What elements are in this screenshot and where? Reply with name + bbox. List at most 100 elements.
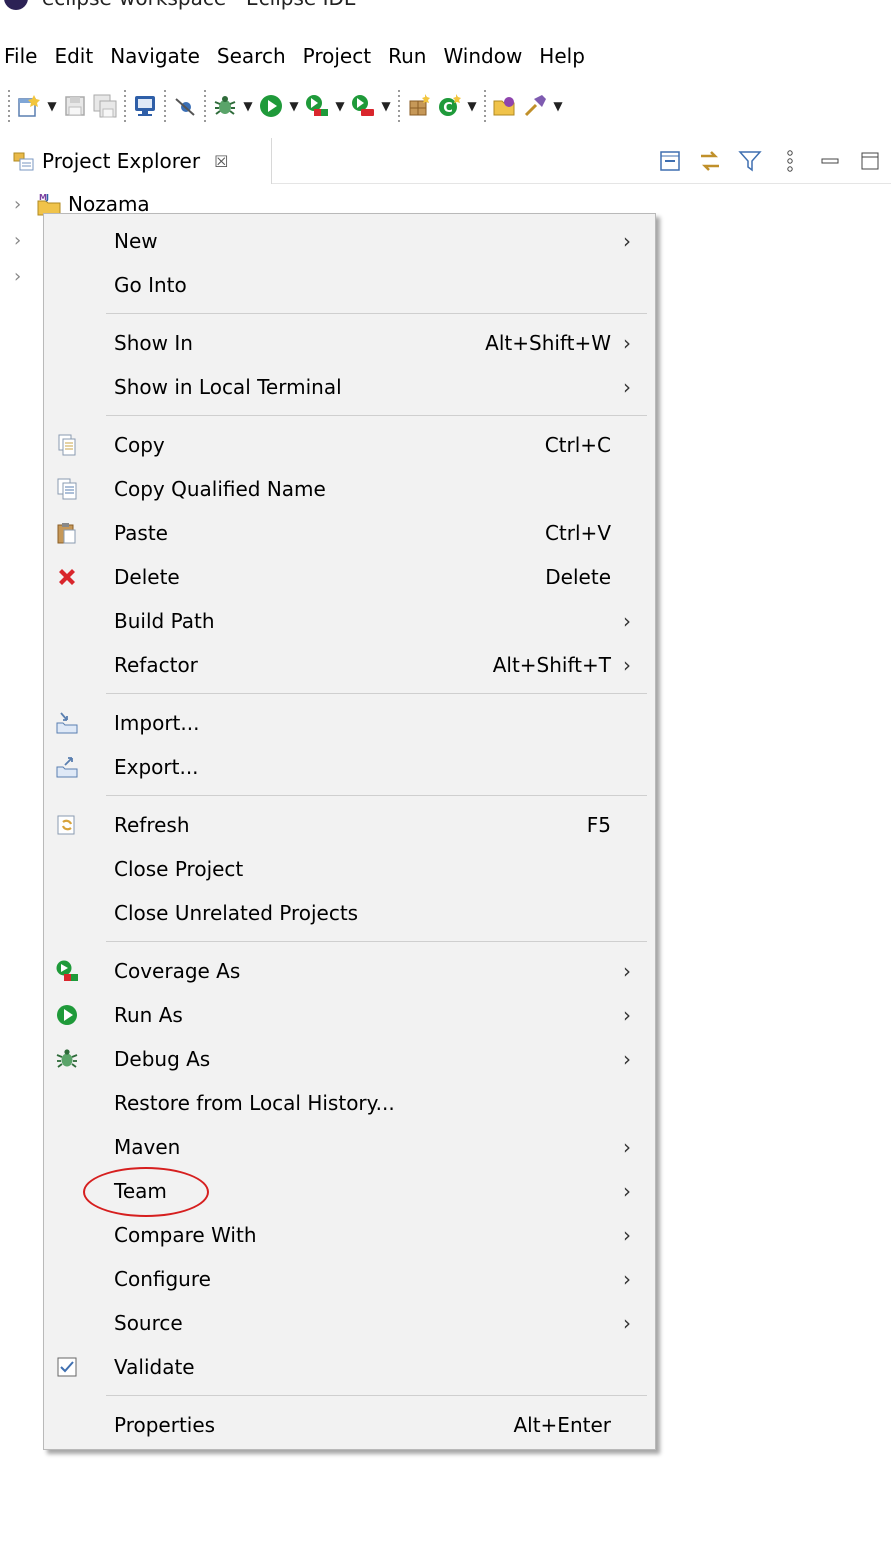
menu-item-properties[interactable]: Properties Alt+Enter	[44, 1403, 655, 1447]
filter-icon[interactable]	[737, 148, 763, 174]
menu-item-compare-with[interactable]: Compare With ›	[44, 1213, 655, 1257]
debug-icon[interactable]	[210, 90, 240, 122]
new-dropdown-arrow-icon[interactable]: ▼	[44, 90, 60, 122]
menubar: File Edit Navigate Search Project Run Wi…	[0, 40, 602, 72]
new-java-package-icon[interactable]	[404, 90, 434, 122]
toolbar-separator	[8, 90, 10, 122]
menu-item-coverage-as[interactable]: Coverage As ›	[44, 949, 655, 993]
menu-file[interactable]: File	[4, 44, 37, 68]
run-icon[interactable]	[256, 90, 286, 122]
menu-item-label: Show In	[114, 331, 193, 355]
menu-item-run-as[interactable]: Run As ›	[44, 993, 655, 1037]
copy-qualified-name-icon	[54, 476, 80, 502]
eclipse-logo-icon	[4, 0, 28, 10]
close-tab-icon[interactable]: ☒	[214, 152, 228, 171]
chevron-right-icon: ›	[623, 375, 631, 399]
team-highlight-ellipse	[83, 1167, 209, 1217]
menu-window[interactable]: Window	[443, 44, 522, 68]
chevron-right-icon[interactable]: ›	[14, 230, 36, 251]
menu-item-label: Restore from Local History...	[114, 1091, 395, 1115]
menu-item-close-project[interactable]: Close Project	[44, 847, 655, 891]
menu-search[interactable]: Search	[217, 44, 286, 68]
maximize-icon[interactable]	[857, 148, 883, 174]
minimize-icon[interactable]	[817, 148, 843, 174]
menu-separator	[44, 307, 655, 321]
menu-separator	[44, 409, 655, 423]
menu-edit[interactable]: Edit	[54, 44, 93, 68]
menu-item-restore-from-local-history[interactable]: Restore from Local History...	[44, 1081, 655, 1125]
menu-item-shortcut: Alt+Shift+T	[492, 653, 611, 677]
collapse-all-icon[interactable]	[657, 148, 683, 174]
toolbar-separator	[204, 90, 206, 122]
run-dropdown-arrow-icon[interactable]: ▼	[286, 90, 302, 122]
menu-item-label: New	[114, 229, 158, 253]
tab-project-explorer[interactable]: Project Explorer ☒	[0, 138, 272, 184]
menu-item-copy-qualified-name[interactable]: Copy Qualified Name	[44, 467, 655, 511]
menu-item-shortcut: Delete	[545, 565, 611, 589]
link-with-editor-icon[interactable]	[697, 148, 723, 174]
menu-item-label: Import...	[114, 711, 200, 735]
toolbar-separator	[164, 90, 166, 122]
menu-item-import[interactable]: Import...	[44, 701, 655, 745]
menu-item-label: Copy	[114, 433, 165, 457]
menu-item-export[interactable]: Export...	[44, 745, 655, 789]
project-explorer-header: Project Explorer ☒	[0, 138, 891, 184]
menu-project[interactable]: Project	[303, 44, 371, 68]
coverage-dropdown-arrow-icon[interactable]: ▼	[332, 90, 348, 122]
menu-item-label: Paste	[114, 521, 168, 545]
chevron-right-icon: ›	[623, 1179, 631, 1203]
svg-text:C: C	[443, 101, 453, 116]
chevron-right-icon[interactable]: ›	[14, 194, 36, 215]
save-icon[interactable]	[60, 90, 90, 122]
menu-item-refactor[interactable]: Refactor Alt+Shift+T ›	[44, 643, 655, 687]
skip-breakpoints-icon[interactable]	[170, 90, 200, 122]
menu-item-copy[interactable]: Copy Ctrl+C	[44, 423, 655, 467]
external-tools-icon[interactable]	[348, 90, 378, 122]
project-explorer-icon	[13, 152, 34, 171]
menu-item-validate[interactable]: Validate	[44, 1345, 655, 1389]
menu-item-maven[interactable]: Maven ›	[44, 1125, 655, 1169]
debug-dropdown-arrow-icon[interactable]: ▼	[240, 90, 256, 122]
view-menu-icon[interactable]	[777, 148, 803, 174]
menu-item-shortcut: Ctrl+C	[544, 433, 611, 457]
menu-item-label: Delete	[114, 565, 180, 589]
menu-item-configure[interactable]: Configure ›	[44, 1257, 655, 1301]
external-tools-dropdown-arrow-icon[interactable]: ▼	[378, 90, 394, 122]
new-wizard-icon[interactable]	[14, 90, 44, 122]
menu-item-source[interactable]: Source ›	[44, 1301, 655, 1345]
chevron-right-icon: ›	[623, 1003, 631, 1027]
menu-item-go-into[interactable]: Go Into	[44, 263, 655, 307]
menu-item-debug-as[interactable]: Debug As ›	[44, 1037, 655, 1081]
menu-item-refresh[interactable]: Refresh F5	[44, 803, 655, 847]
new-class-dropdown-arrow-icon[interactable]: ▼	[464, 90, 480, 122]
menu-item-label: Coverage As	[114, 959, 241, 983]
menu-separator	[44, 935, 655, 949]
save-all-icon[interactable]	[90, 90, 120, 122]
menu-item-delete[interactable]: Delete Delete	[44, 555, 655, 599]
menu-item-show-in[interactable]: Show In Alt+Shift+W ›	[44, 321, 655, 365]
menu-item-close-unrelated-projects[interactable]: Close Unrelated Projects	[44, 891, 655, 935]
menu-navigate[interactable]: Navigate	[110, 44, 200, 68]
chevron-right-icon: ›	[623, 1223, 631, 1247]
coverage-icon[interactable]	[302, 90, 332, 122]
menu-item-new[interactable]: New ›	[44, 219, 655, 263]
coverage-icon	[54, 958, 80, 984]
import-icon	[54, 710, 80, 736]
menu-items: New › Go Into Show In Alt+Shift+W › Show in Lo…	[44, 214, 655, 1447]
chevron-right-icon[interactable]: ›	[14, 266, 36, 287]
console-icon[interactable]	[130, 90, 160, 122]
menu-item-show-in-local-terminal[interactable]: Show in Local Terminal ›	[44, 365, 655, 409]
menu-item-build-path[interactable]: Build Path ›	[44, 599, 655, 643]
menu-item-paste[interactable]: Paste Ctrl+V	[44, 511, 655, 555]
menu-run[interactable]: Run	[388, 44, 426, 68]
new-class-icon[interactable]: C	[434, 90, 464, 122]
chevron-right-icon: ›	[623, 609, 631, 633]
menu-item-label: Refactor	[114, 653, 198, 677]
search-dropdown-arrow-icon[interactable]: ▼	[550, 90, 566, 122]
menu-item-label: Source	[114, 1311, 183, 1335]
menu-help[interactable]: Help	[539, 44, 585, 68]
search-icon[interactable]	[520, 90, 550, 122]
open-type-icon[interactable]	[490, 90, 520, 122]
menu-item-label: Refresh	[114, 813, 190, 837]
menu-item-label: Export...	[114, 755, 199, 779]
